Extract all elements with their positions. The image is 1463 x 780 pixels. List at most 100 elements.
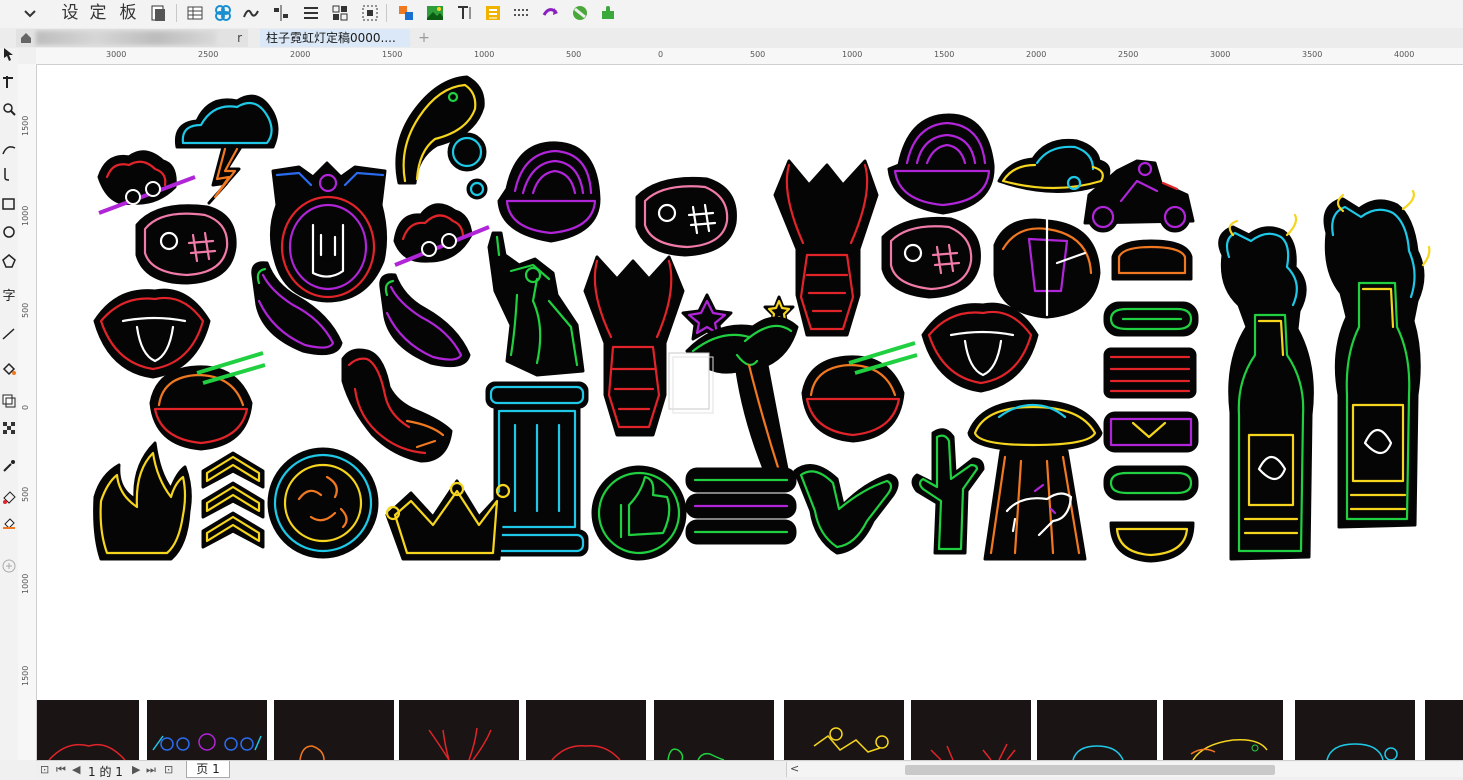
vertical-ruler[interactable]: 1500 1000 500 0 500 1000 1500	[18, 64, 37, 760]
steak-icon-2[interactable]	[635, 176, 737, 257]
cactus-icon[interactable]	[911, 428, 985, 555]
hot-dog-hand-icon[interactable]	[341, 348, 453, 463]
arrow-icon[interactable]	[541, 3, 561, 23]
thumbnail-8[interactable]	[911, 700, 1031, 760]
globe-icon[interactable]	[570, 3, 590, 23]
kebab-icon[interactable]	[993, 205, 1101, 319]
image-icon[interactable]	[425, 3, 445, 23]
storm-cloud-icon[interactable]	[174, 94, 279, 205]
thumbnail-6[interactable]	[654, 700, 774, 760]
plugin-icon[interactable]	[598, 3, 618, 23]
tab-document-1[interactable]: r	[16, 29, 248, 47]
neon-artwork[interactable]: .o{fill:#050505;stroke:#050505;stroke-wi…	[37, 65, 1463, 700]
thumbnail-4[interactable]	[399, 700, 519, 760]
symbol-icon[interactable]	[213, 3, 233, 23]
thumbnail-3[interactable]	[274, 700, 394, 760]
text-frame-icon[interactable]	[454, 3, 474, 23]
last-page-icon[interactable]: ⏭	[146, 763, 156, 777]
document-icon[interactable]	[148, 3, 168, 23]
steak-icon-3[interactable]	[881, 216, 981, 299]
page-tab[interactable]: 页 1	[186, 761, 230, 778]
flame-icon[interactable]	[93, 441, 192, 561]
drawing-canvas[interactable]: .o{fill:#050505;stroke:#050505;stroke-wi…	[37, 65, 1463, 760]
neon-bars-icon[interactable]	[685, 467, 797, 545]
steak-icon[interactable]	[135, 204, 237, 285]
table-icon[interactable]	[185, 3, 205, 23]
next-page-icon[interactable]: ▶	[132, 763, 140, 776]
group-icon[interactable]	[330, 3, 350, 23]
select-icon[interactable]	[360, 3, 380, 23]
toolbar-dropdown-icon[interactable]	[20, 3, 40, 23]
ice-cream-bowl-icon-2[interactable]	[887, 113, 995, 215]
fill-tool-icon[interactable]	[1, 360, 17, 376]
thumbnail-1[interactable]	[37, 700, 139, 760]
prev-page-icon[interactable]: ◀	[72, 763, 80, 776]
tongue-lips-icon-2[interactable]	[921, 302, 1039, 393]
crown-icon[interactable]	[385, 479, 511, 561]
horizontal-scrollbar[interactable]: <	[786, 762, 1463, 777]
neon-lozenge-stack-icon[interactable]	[1103, 239, 1199, 563]
shape-tool-icon[interactable]	[1, 74, 17, 90]
smart-fill-tool-icon[interactable]	[1, 514, 17, 530]
ellipse-tool-icon[interactable]	[1, 224, 17, 240]
add-tab-button[interactable]: +	[414, 29, 434, 47]
align-icon[interactable]	[271, 3, 291, 23]
text-tool-icon[interactable]: 字	[1, 289, 17, 305]
grid-icon[interactable]	[512, 3, 532, 23]
thumbnail-5[interactable]	[526, 700, 646, 760]
interactive-fill-tool-icon[interactable]	[1, 488, 17, 504]
distribute-icon[interactable]	[301, 3, 321, 23]
ufo-cow-icon[interactable]	[967, 399, 1103, 561]
pick-tool-icon[interactable]	[1, 46, 17, 62]
first-page-icon[interactable]: ⏮	[56, 763, 66, 777]
scroll-left-icon[interactable]: <	[790, 762, 799, 775]
skewer-icon[interactable]	[97, 150, 196, 215]
add-page-before-icon[interactable]: ⊡	[40, 763, 49, 776]
eyedropper-tool-icon[interactable]	[1, 458, 17, 474]
scroll-thumb[interactable]	[905, 765, 1275, 775]
curve-icon[interactable]	[241, 3, 261, 23]
shadow-tool-icon[interactable]	[1, 393, 17, 409]
fish-icon[interactable]	[395, 75, 488, 200]
selection-placeholder[interactable]	[668, 352, 714, 414]
shaka-hand-icon[interactable]	[793, 464, 899, 555]
chevron-stack-icon[interactable]	[201, 451, 265, 549]
noodle-bowl-icon-2[interactable]	[801, 341, 918, 443]
rectangle-tool-icon[interactable]	[1, 196, 17, 212]
shapes-icon[interactable]	[396, 3, 416, 23]
skewer-icon-2[interactable]	[393, 203, 490, 267]
toolbar-settings-char[interactable]: 设	[60, 2, 80, 24]
beer-bottle-splash-icon[interactable]	[1218, 213, 1314, 561]
tongue-lips-icon[interactable]	[93, 288, 211, 379]
statue-of-liberty-icon[interactable]	[487, 231, 585, 377]
lobster-icon-2[interactable]	[583, 255, 685, 437]
hat-icon[interactable]	[997, 138, 1111, 194]
paella-plate-icon[interactable]	[267, 447, 379, 559]
list-icon[interactable]	[483, 3, 503, 23]
bezier-tool-icon[interactable]	[1, 166, 17, 182]
toolbar-define-char[interactable]: 定	[88, 2, 108, 24]
toolbar-template-char[interactable]: 板	[118, 2, 138, 24]
thumbs-up-icon[interactable]	[591, 465, 687, 561]
horizontal-ruler[interactable]: 3000 2500 2000 1500 1000 500 0 500 1000 1500 2000 2…	[36, 48, 1463, 65]
add-page-after-icon[interactable]: ⊡	[164, 763, 173, 776]
freehand-tool-icon[interactable]	[1, 142, 17, 158]
tab-document-2[interactable]: 柱子霓虹灯定稿0000....	[260, 29, 410, 47]
connector-tool-icon[interactable]	[1, 326, 17, 342]
beer-bottle-splash-icon-2[interactable]	[1323, 189, 1431, 529]
thumbnail-9[interactable]	[1037, 700, 1157, 760]
add-tool-icon[interactable]	[1, 558, 17, 574]
thumbnail-2[interactable]	[147, 700, 267, 760]
ice-cream-bowl-icon[interactable]	[497, 141, 601, 243]
chili-pepper-icon-2[interactable]	[379, 273, 471, 368]
polygon-tool-icon[interactable]	[1, 253, 17, 269]
zoom-tool-icon[interactable]	[1, 101, 17, 117]
thumbnail-10[interactable]	[1163, 700, 1283, 760]
rock-hand-emblem-icon[interactable]	[270, 161, 388, 303]
thumbnail-12[interactable]	[1425, 700, 1463, 760]
thumbnail-11[interactable]	[1295, 700, 1415, 760]
ruler-origin[interactable]	[18, 48, 37, 65]
thumbnail-7[interactable]	[784, 700, 904, 760]
transparency-tool-icon[interactable]	[1, 420, 17, 436]
ruler-tick-label: 0	[21, 404, 30, 410]
